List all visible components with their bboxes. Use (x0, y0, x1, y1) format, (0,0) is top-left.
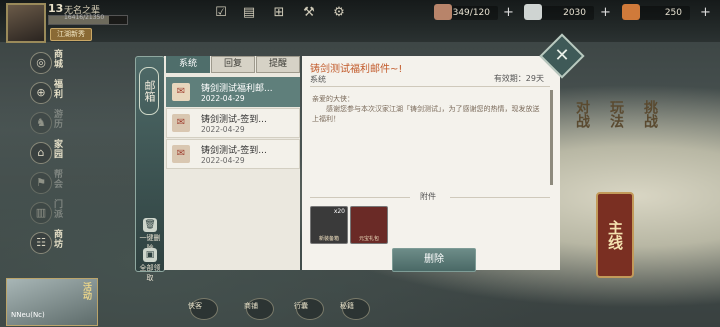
tab-system[interactable]: 系统 (166, 56, 210, 73)
divider (310, 86, 550, 87)
bottom-nav-bag[interactable]: 行囊 (294, 298, 324, 320)
delete-mail-button[interactable]: 删除 (392, 248, 476, 272)
tab-reply[interactable]: 回复 (211, 56, 255, 73)
task-icon[interactable]: ☑ (214, 6, 228, 20)
mail-list-pane: 系统 回复 提醒 ✉ 铸剑测试福利邮... 2022-04-29 ✉ 铸剑测试-… (164, 56, 300, 270)
add-gold-button[interactable]: + (700, 5, 711, 20)
tab-reminder[interactable]: 提醒 (256, 56, 300, 73)
menu-gameplay[interactable]: 玩法 (596, 100, 626, 180)
attachment-header: 附件 (310, 191, 550, 203)
claim-all-button[interactable]: ▣ 全部领取 (138, 248, 162, 283)
mail-tabs: 系统 回复 提醒 (166, 56, 300, 73)
market-icon: ☷ (30, 232, 52, 254)
silver-resource: 2030 (524, 4, 594, 20)
bottom-nav-shop[interactable]: 商铺 (244, 298, 274, 320)
gear-icon[interactable]: ⚙ (332, 6, 346, 20)
nav-item-sect[interactable]: ▥ 门派 (28, 200, 78, 230)
mail-list-item[interactable]: ✉ 铸剑测试-签到... 2022-04-29 (166, 139, 300, 169)
nav-item-travel[interactable]: ♞ 游历 (28, 110, 78, 140)
mail-list-item[interactable]: ✉ 铸剑测试福利邮... 2022-04-29 (166, 77, 300, 107)
menu-battle[interactable]: 对战 (562, 100, 592, 180)
tools-icon[interactable]: ⚒ (302, 6, 316, 20)
attachment-item[interactable]: 元宝礼包 (350, 206, 388, 244)
trash-icon: 🗑 (143, 218, 157, 232)
add-book-button[interactable]: + (503, 5, 514, 20)
nav-item-welfare[interactable]: ⊕ 福利 (28, 80, 78, 110)
mailbox-label: 邮箱 (139, 67, 159, 115)
shop-icon: ◎ (30, 52, 52, 74)
player-avatar[interactable] (6, 3, 46, 43)
mail-validity: 有效期：29天 (493, 74, 544, 83)
bottom-nav-secret[interactable]: 秘籍 (340, 298, 370, 320)
home-icon: ⌂ (30, 142, 52, 164)
mail-body: 亲爱的大侠： 感谢您参与本次汉家江湖「铸剑测试」，为了感谢您的热情，现发放送上福… (312, 94, 540, 124)
nav-item-guild[interactable]: ⚑ 帮会 (28, 170, 78, 200)
flag-icon: ⚑ (30, 172, 52, 194)
close-icon: ✕ (554, 45, 570, 66)
exp-text: 16416/21350 (64, 14, 105, 21)
book-icon (434, 4, 452, 20)
gold-resource: 250 (622, 4, 690, 20)
mail-list-item[interactable]: ✉ 铸剑测试-签到... 2022-04-29 (166, 108, 300, 138)
nav-item-home[interactable]: ⌂ 家园 (28, 140, 78, 170)
gate-icon: ▥ (30, 202, 52, 224)
event-label[interactable]: 活动 (80, 282, 93, 300)
menu-challenge[interactable]: 挑战 (630, 100, 660, 180)
envelope-icon: ✉ (172, 145, 190, 163)
nav-item-shop[interactable]: ◎ 商城 (28, 50, 78, 80)
mail-body-text: 感谢您参与本次汉家江湖「铸剑测试」，为了感谢您的热情，现发放送上福利！ (312, 105, 540, 123)
top-bar: 13 无名之辈 16416/21350 江湖新秀 ☑ ▤ ⊞ ⚒ ⚙ 349/1… (0, 0, 720, 43)
main-quest-button[interactable]: 主线 (596, 192, 634, 278)
silver-icon (524, 4, 542, 20)
calendar-icon[interactable]: ⊞ (272, 6, 286, 20)
nav-item-market[interactable]: ☷ 商坊 (28, 230, 78, 260)
mail-sender: 系统 (310, 75, 326, 84)
envelope-icon: ✉ (172, 83, 190, 101)
player-level: 13 (48, 2, 64, 15)
mail-title: 铸剑测试福利邮件~! (310, 64, 403, 75)
attachment-item[interactable]: x20 新装备箱 (310, 206, 348, 244)
inbox-icon: ▣ (143, 248, 157, 262)
mail-greeting: 亲爱的大侠： (312, 95, 354, 103)
envelope-icon: ✉ (172, 114, 190, 132)
add-silver-button[interactable]: + (600, 5, 611, 20)
document-icon[interactable]: ▤ (242, 6, 256, 20)
book-resource: 349/120 (434, 4, 498, 20)
player-title-badge[interactable]: 江湖新秀 (50, 28, 92, 41)
mail-scrollbar[interactable] (550, 90, 553, 185)
horse-icon: ♞ (30, 112, 52, 134)
bottom-nav-hero[interactable]: 侠客 (188, 298, 218, 320)
welfare-icon: ⊕ (30, 82, 52, 104)
mail-detail-pane: 铸剑测试福利邮件~! 系统 有效期：29天 亲爱的大侠： 感谢您参与本次汉家江湖… (302, 56, 560, 270)
gold-icon (622, 4, 640, 20)
